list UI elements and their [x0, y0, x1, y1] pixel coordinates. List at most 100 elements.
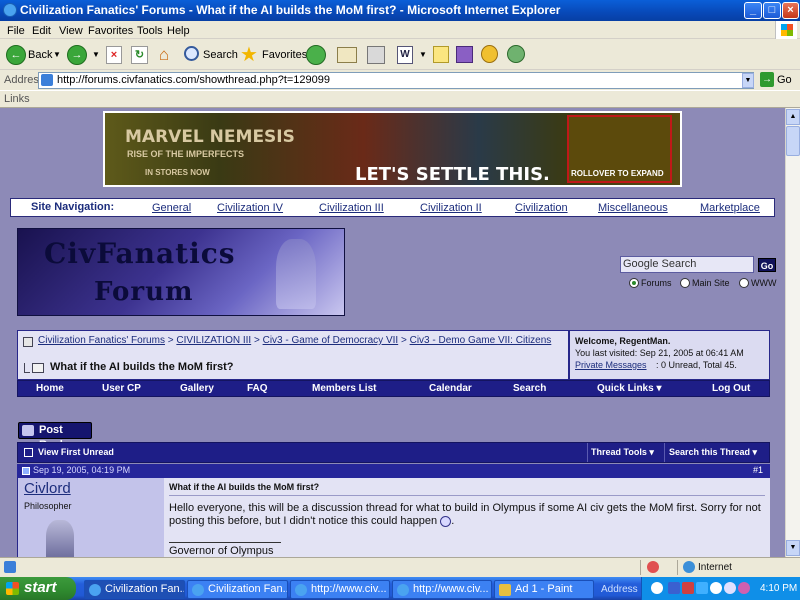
radio-forums[interactable] — [629, 278, 639, 288]
scroll-thumb[interactable] — [786, 126, 800, 156]
back-label[interactable]: Back — [28, 49, 52, 61]
start-button[interactable]: start — [0, 577, 76, 600]
stop-icon[interactable]: × — [106, 46, 122, 64]
task-civfan-1[interactable]: Civilization Fan... — [84, 580, 185, 599]
address-input[interactable]: http://forums.civfanatics.com/showthread… — [38, 72, 754, 89]
minimize-button[interactable]: _ — [744, 2, 762, 19]
menu-help[interactable]: Help — [167, 22, 190, 40]
task-label: Civilization Fan... — [105, 583, 185, 595]
nav-civ[interactable]: Civilization — [515, 202, 568, 214]
page-scrollbar[interactable] — [785, 108, 800, 557]
crumb-civ3[interactable]: CIVILIZATION III — [176, 335, 251, 346]
post-number[interactable]: #1 — [753, 465, 763, 475]
system-tray: 4:10 PM — [641, 577, 800, 600]
ie-icon — [3, 3, 17, 17]
forward-arrow-icon[interactable]: → — [67, 45, 87, 65]
menu-edit[interactable]: Edit — [32, 22, 51, 40]
taskbar-address-label[interactable]: Address — [601, 584, 638, 595]
menu-gallery[interactable]: Gallery — [180, 383, 214, 394]
search-label[interactable]: Search — [203, 49, 238, 61]
nav-general[interactable]: General — [152, 202, 191, 214]
favorites-star-icon[interactable]: ★ — [240, 42, 258, 67]
task-civ-url-1[interactable]: http://www.civ... — [290, 580, 390, 599]
nav-civ2[interactable]: Civilization II — [420, 202, 482, 214]
task-civfan-2[interactable]: Civilization Fan... — [187, 580, 288, 599]
nav-civ4[interactable]: Civilization IV — [217, 202, 283, 214]
menu-log-out[interactable]: Log Out — [712, 383, 750, 394]
radio-main-site[interactable] — [680, 278, 690, 288]
crumb-demo-game[interactable]: Civ3 - Demo Game VII: Citizens — [410, 335, 552, 346]
menu-members-list[interactable]: Members List — [312, 383, 376, 394]
page-icon — [41, 74, 53, 86]
post-header: Sep 19, 2005, 04:19 PM #1 — [17, 464, 770, 478]
menu-faq[interactable]: FAQ — [247, 383, 268, 394]
post-body: What if the AI builds the MoM first? Hel… — [164, 478, 770, 557]
thread-tools-menu[interactable]: Thread Tools ▾ — [591, 447, 654, 458]
home-icon[interactable]: ⌂ — [154, 45, 174, 64]
search-thread-menu[interactable]: Search this Thread ▾ — [669, 447, 757, 458]
print-icon[interactable] — [367, 46, 385, 64]
back-arrow-icon[interactable]: ← — [6, 45, 26, 65]
crumb-forums[interactable]: Civilization Fanatics' Forums — [38, 335, 165, 346]
menu-favorites[interactable]: Favorites — [88, 22, 133, 40]
post-reply-button[interactable]: Post Reply — [18, 422, 92, 451]
post-signature: Governor of Olympus — [169, 545, 274, 557]
task-paint[interactable]: Ad 1 - Paint — [494, 580, 594, 599]
edit-word-icon[interactable]: W — [397, 46, 413, 64]
menu-file[interactable]: File — [7, 22, 25, 40]
refresh-icon[interactable]: ↻ — [131, 46, 148, 64]
discuss-icon[interactable] — [433, 46, 449, 63]
banner-ad[interactable]: MARVEL NEMESIS RISE OF THE IMPERFECTS IN… — [103, 111, 682, 187]
search-go-button[interactable]: Go — [758, 258, 776, 272]
clock[interactable]: 4:10 PM — [760, 583, 797, 594]
go-button[interactable]: Go — [777, 74, 792, 86]
favorites-label[interactable]: Favorites — [262, 49, 307, 61]
history-icon[interactable] — [306, 45, 326, 65]
links-bar — [0, 90, 800, 108]
tray-app-icon[interactable] — [738, 582, 750, 594]
post-date: Sep 19, 2005, 04:19 PM — [33, 465, 131, 475]
messenger-icon[interactable] — [481, 45, 498, 63]
tray-messenger-icon[interactable] — [696, 582, 708, 594]
tray-update-icon[interactable] — [724, 582, 736, 594]
menu-home[interactable]: Home — [36, 383, 64, 394]
view-first-unread-link[interactable]: View First Unread — [38, 447, 114, 457]
thread-title: What if the AI builds the MoM first? — [50, 361, 234, 373]
radio-www[interactable] — [739, 278, 749, 288]
tray-network-icon[interactable] — [668, 582, 680, 594]
menu-calendar[interactable]: Calendar — [429, 383, 472, 394]
tray-security-icon[interactable] — [682, 582, 694, 594]
status-bar: Internet — [0, 557, 800, 577]
private-messages-link[interactable]: Private Messages — [575, 360, 647, 370]
nav-civ3[interactable]: Civilization III — [319, 202, 384, 214]
forum-logo[interactable]: CivFanatics Forum — [17, 228, 345, 316]
address-dropdown-icon[interactable]: ▼ — [742, 73, 754, 88]
mail-icon[interactable] — [337, 47, 357, 63]
chevron-down-icon[interactable]: ▼ — [92, 50, 100, 59]
close-button[interactable]: × — [782, 2, 799, 19]
google-search-input[interactable]: Google Search — [620, 256, 754, 273]
msn-buddy-icon[interactable] — [507, 45, 525, 63]
nav-misc[interactable]: Miscellaneous — [598, 202, 668, 214]
research-icon[interactable] — [456, 46, 473, 63]
menu-quick-links[interactable]: Quick Links ▾ — [597, 383, 661, 394]
go-arrow-icon[interactable]: → — [760, 72, 774, 87]
menu-search[interactable]: Search — [513, 383, 546, 394]
task-civ-url-2[interactable]: http://www.civ... — [392, 580, 492, 599]
nav-marketplace[interactable]: Marketplace — [700, 202, 760, 214]
menu-tools[interactable]: Tools — [137, 22, 163, 40]
chevron-down-icon[interactable]: ▼ — [53, 50, 61, 59]
menu-user-cp[interactable]: User CP — [102, 383, 141, 394]
search-icon[interactable] — [184, 46, 199, 61]
scroll-down-icon[interactable]: ▼ — [786, 540, 800, 556]
chevron-down-icon[interactable]: ▼ — [419, 50, 427, 59]
tray-ie-icon[interactable] — [651, 582, 663, 594]
menu-view[interactable]: View — [59, 22, 83, 40]
crumb-god7[interactable]: Civ3 - Game of Democracy VII — [263, 335, 399, 346]
post-author[interactable]: Civlord — [24, 480, 71, 497]
scroll-up-icon[interactable]: ▲ — [786, 109, 800, 125]
links-label[interactable]: Links — [4, 93, 30, 105]
maximize-button[interactable]: □ — [763, 2, 781, 19]
welcome-greeting: Welcome, RegentMan. — [575, 336, 671, 346]
tray-volume-icon[interactable] — [710, 582, 722, 594]
